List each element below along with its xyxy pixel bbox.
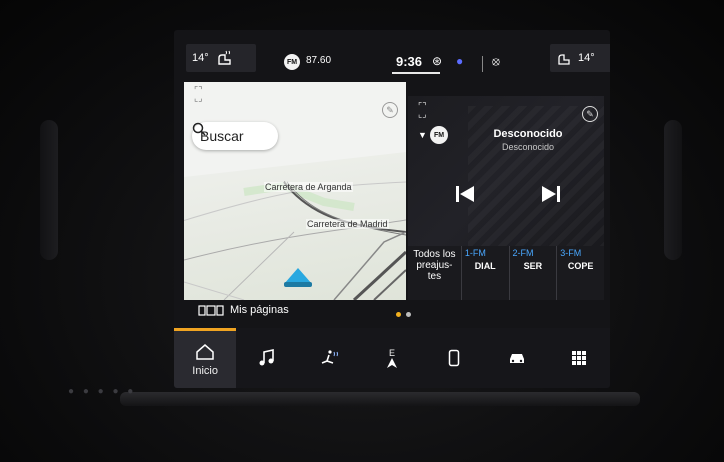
page-dot [406, 312, 411, 317]
nav-vehicle[interactable] [485, 328, 547, 388]
search-icon [192, 122, 206, 136]
page-dot-active [396, 312, 401, 317]
status-bar: 14° FM 87.60 9:36 ⊛ ● ⦻ 14° [174, 30, 610, 86]
map-search-button[interactable]: Buscar [192, 122, 278, 150]
right-trim [664, 120, 682, 260]
car-icon [509, 354, 524, 363]
phone-icon [449, 349, 460, 367]
preset-number: 3-FM [560, 248, 582, 258]
nav-phone[interactable] [423, 328, 485, 388]
previous-track-icon[interactable] [454, 184, 476, 204]
search-label: Buscar [200, 128, 244, 144]
station-subtitle: Desconocido [501, 142, 555, 152]
road-label: Carretera de Madrid [306, 219, 389, 229]
left-trim [40, 120, 58, 260]
all-presets-line: tes [427, 271, 442, 282]
pages-layout-icon [198, 305, 224, 316]
nav-home[interactable]: Inicio [174, 328, 237, 388]
my-pages-button[interactable]: Mis páginas [198, 304, 289, 316]
radio-presets: Todos los preajus- tes 1-FM DIAL 2-FM SE… [408, 246, 604, 300]
user-profile-icon: ● [456, 54, 464, 68]
radio-edit-icon[interactable]: ✎ [582, 106, 598, 122]
compass-icon: E [386, 347, 397, 368]
status-divider [482, 56, 483, 72]
road-label: Carretera de Arganda [264, 182, 353, 192]
nav-compass[interactable]: E [361, 328, 423, 388]
page-indicator [396, 312, 411, 317]
clock: 9:36 [396, 54, 423, 69]
preset-2[interactable]: 2-FM SER [510, 246, 558, 300]
radio-band-badge: FM [430, 126, 448, 144]
chevron-down-icon[interactable]: ▼ [418, 130, 427, 140]
map-expand-icon[interactable]: ⌜⌝ ⌞⌟ [194, 86, 202, 103]
steering-wheel-icon: ⊛ [432, 54, 443, 68]
nav-media[interactable] [236, 328, 298, 388]
driver-temp: 14° [192, 52, 209, 64]
driver-climate-button[interactable]: 14° [186, 44, 256, 72]
bottom-nav: Inicio E [174, 328, 610, 388]
map-edit-icon[interactable]: ✎ [382, 102, 398, 118]
home-icon [196, 343, 214, 360]
next-track-icon[interactable] [540, 184, 562, 204]
preset-3[interactable]: 3-FM COPE [557, 246, 604, 300]
compass-letter: E [388, 347, 395, 358]
music-icon [259, 349, 275, 366]
nav-climate[interactable] [299, 328, 361, 388]
radio-card-pattern [468, 106, 604, 246]
dash-dots: ● ● ● ● ● [68, 386, 137, 397]
climate-icon [321, 350, 338, 364]
my-pages-label: Mis páginas [230, 304, 289, 316]
preset-number: 1-FM [464, 248, 486, 258]
preset-1[interactable]: 1-FM DIAL [462, 246, 510, 300]
radio-card[interactable]: ⌜⌝ ⌞⌟ ✎ ▼ FM Desconocido Desconocido [408, 96, 604, 246]
radio-frequency: 87.60 [306, 55, 332, 66]
clock-underline [392, 72, 440, 74]
nav-home-label: Inicio [192, 364, 218, 377]
current-position-base [284, 282, 312, 287]
all-presets-line: Todos los [413, 249, 456, 260]
map-tile[interactable]: ⌜⌝ ⌞⌟ ✎ Buscar Carretera de Arganda Carre… [184, 82, 406, 300]
passenger-climate-button[interactable]: 14° [550, 44, 610, 72]
passenger-seat-icon [558, 54, 570, 65]
preset-number: 2-FM [512, 248, 534, 258]
nav-apps[interactable] [548, 328, 610, 388]
station-name: Desconocido [493, 128, 563, 140]
all-presets-line: preajus- [416, 260, 453, 271]
apps-grid-icon [571, 351, 586, 365]
all-presets-button[interactable]: Todos los preajus- tes [408, 246, 462, 300]
infotainment-screen: 14° FM 87.60 9:36 ⊛ ● ⦻ 14° ⌜⌝ ⌞⌟ ✎ Busc… [174, 30, 610, 388]
preset-name: SER [523, 261, 543, 271]
radio-band-badge: FM [284, 54, 300, 70]
heated-seat-icon [217, 50, 231, 65]
passenger-temp: 14° [578, 52, 595, 64]
bottom-trim [120, 392, 640, 406]
connectivity-icon: ⦻ [492, 54, 500, 68]
preset-name: COPE [567, 261, 594, 271]
preset-name: DIAL [474, 261, 496, 271]
radio-expand-icon[interactable]: ⌜⌝ ⌞⌟ [418, 102, 426, 119]
